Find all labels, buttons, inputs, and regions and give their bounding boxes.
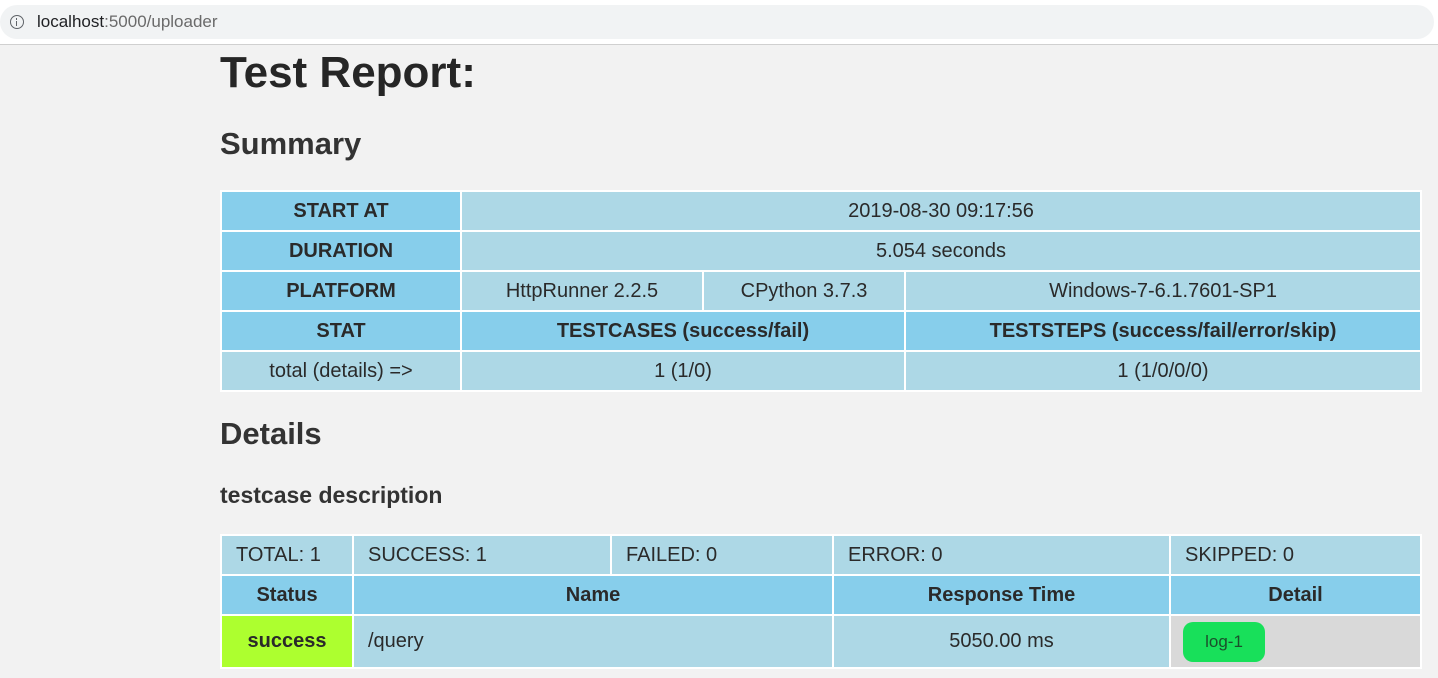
- duration-value: 5.054 seconds: [459, 230, 1423, 272]
- platform-label: PLATFORM: [220, 270, 462, 312]
- teststeps-value: 1 (1/0/0/0): [903, 350, 1423, 392]
- browser-address-bar: localhost:5000/uploader: [0, 0, 1438, 45]
- page-title: Test Report:: [220, 48, 476, 97]
- platform-runner: HttpRunner 2.2.5: [460, 270, 704, 312]
- total-details-link[interactable]: total (details) =>: [220, 350, 462, 392]
- start-at-value: 2019-08-30 09:17:56: [459, 190, 1423, 232]
- teststeps-header: TESTSTEPS (success/fail/error/skip): [903, 310, 1423, 352]
- platform-os: Windows-7-6.1.7601-SP1: [903, 270, 1423, 312]
- details-header-row: Status Name Response Time Detail: [220, 574, 1422, 616]
- summary-row-duration: DURATION 5.054 seconds: [220, 230, 1423, 272]
- details-counts-row: TOTAL: 1 SUCCESS: 1 FAILED: 0 ERROR: 0 S…: [220, 534, 1422, 576]
- log-button[interactable]: log-1: [1183, 621, 1265, 662]
- stat-label: STAT: [220, 310, 462, 352]
- status-header: Status: [220, 574, 354, 616]
- count-failed: FAILED: 0: [610, 534, 834, 576]
- response-time-header: Response Time: [832, 574, 1171, 616]
- url-text[interactable]: localhost:5000/uploader: [37, 12, 218, 32]
- url-field[interactable]: localhost:5000/uploader: [0, 5, 1434, 39]
- start-at-label: START AT: [220, 190, 462, 232]
- info-icon[interactable]: [10, 15, 24, 29]
- detail-cell: log-1: [1169, 614, 1422, 669]
- url-host: localhost: [37, 12, 105, 31]
- platform-python: CPython 3.7.3: [702, 270, 906, 312]
- summary-heading: Summary: [220, 126, 362, 161]
- testcases-header: TESTCASES (success/fail): [460, 310, 906, 352]
- status-badge: success: [220, 614, 354, 669]
- detail-header: Detail: [1169, 574, 1422, 616]
- summary-table: START AT 2019-08-30 09:17:56 DURATION 5.…: [220, 190, 1423, 392]
- summary-row-start: START AT 2019-08-30 09:17:56: [220, 190, 1423, 232]
- step-name: /query: [352, 614, 834, 669]
- count-total: TOTAL: 1: [220, 534, 354, 576]
- summary-row-stat-header: STAT TESTCASES (success/fail) TESTSTEPS …: [220, 310, 1423, 352]
- duration-label: DURATION: [220, 230, 462, 272]
- url-path: :5000/uploader: [104, 12, 218, 31]
- name-header: Name: [352, 574, 834, 616]
- count-error: ERROR: 0: [832, 534, 1171, 576]
- details-heading: Details: [220, 416, 322, 451]
- count-skipped: SKIPPED: 0: [1169, 534, 1422, 576]
- testcases-value: 1 (1/0): [460, 350, 906, 392]
- summary-row-platform: PLATFORM HttpRunner 2.2.5 CPython 3.7.3 …: [220, 270, 1423, 312]
- summary-row-total: total (details) => 1 (1/0) 1 (1/0/0/0): [220, 350, 1423, 392]
- table-row: success /query 5050.00 ms log-1: [220, 614, 1422, 669]
- response-time-value: 5050.00 ms: [832, 614, 1171, 669]
- details-table: TOTAL: 1 SUCCESS: 1 FAILED: 0 ERROR: 0 S…: [220, 534, 1422, 669]
- testcase-heading: testcase description: [220, 482, 443, 508]
- count-success: SUCCESS: 1: [352, 534, 612, 576]
